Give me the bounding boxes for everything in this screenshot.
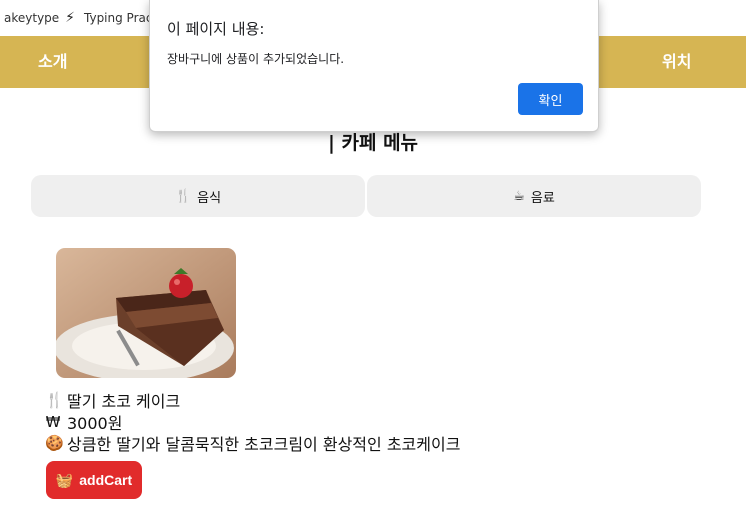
- tab-food[interactable]: 🍴 음식: [31, 175, 365, 217]
- dialog-title: 이 페이지 내용:: [167, 20, 265, 38]
- nav-link-location[interactable]: 위치: [662, 36, 691, 88]
- coffee-cup-icon: ☕: [513, 188, 525, 204]
- fork-knife-icon: 🍴: [45, 391, 64, 409]
- alert-dialog: 이 페이지 내용: 장바구니에 상품이 추가되었습니다. 확인: [149, 0, 599, 132]
- product-description: 🍪 상큼한 딸기와 달콤묵직한 초코크림이 환상적인 초코케이크: [45, 431, 460, 455]
- bookmark-typing-practice[interactable]: ⚡ Typing Pract: [56, 6, 163, 30]
- product-name: 🍴 딸기 초코 케이크: [45, 388, 180, 412]
- nav-link-intro[interactable]: 소개: [38, 36, 67, 88]
- won-sign-icon: ₩: [45, 413, 61, 431]
- bookmark-label: Typing Pract: [84, 11, 158, 25]
- dialog-ok-button[interactable]: 확인: [518, 83, 583, 115]
- tab-label: 음식: [197, 190, 222, 206]
- bookmark-label: akeytype: [4, 11, 60, 25]
- fork-knife-icon: 🍴: [174, 188, 192, 204]
- tab-drinks[interactable]: ☕ 음료: [367, 175, 701, 217]
- add-cart-label: addCart: [79, 472, 133, 488]
- tab-label: 음료: [530, 190, 555, 206]
- product-image: [56, 248, 236, 378]
- add-cart-button[interactable]: 🧺 addCart: [46, 461, 142, 499]
- page-title: | 카페 메뉴: [327, 132, 419, 154]
- lightning-icon: ⚡: [65, 10, 75, 26]
- basket-icon: 🧺: [55, 471, 74, 488]
- product-description-text: 상큼한 딸기와 달콤묵직한 초코크림이 환상적인 초코케이크: [67, 435, 461, 454]
- dialog-message: 장바구니에 상품이 추가되었습니다.: [167, 52, 345, 66]
- category-tabs: 🍴 음식 ☕ 음료: [31, 175, 701, 217]
- product-name-text: 딸기 초코 케이크: [67, 392, 181, 411]
- cookie-icon: 🍪: [45, 434, 64, 452]
